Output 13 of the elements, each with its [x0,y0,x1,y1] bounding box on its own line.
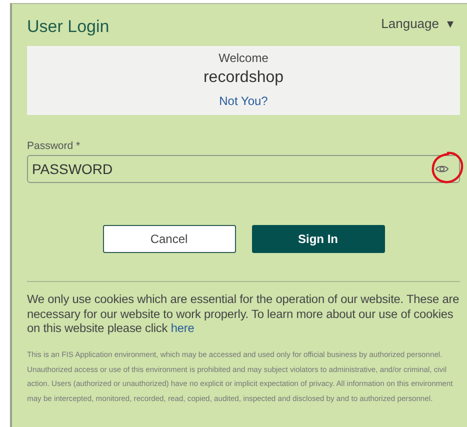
not-you-link[interactable]: Not You? [219,94,268,108]
cookie-notice: We only use cookies which are essential for the operation of our website. These are necessary for our website to work properly. To learn more about our use of cookies on this website please click here [27,292,460,336]
page-title: User Login [27,16,110,38]
language-dropdown[interactable]: Language ▾ [381,14,460,34]
cancel-button[interactable]: Cancel [102,224,236,253]
username-text: recordshop [202,68,285,88]
password-label: Password * [27,140,80,152]
eye-icon[interactable] [435,164,449,174]
caret-icon: ▾ [447,14,454,34]
password-field[interactable]: PASSWORD [27,154,460,183]
welcome-text: Welcome [218,50,270,66]
here-link[interactable]: here [170,321,194,336]
sign-in-button[interactable]: Sign In [252,224,384,253]
